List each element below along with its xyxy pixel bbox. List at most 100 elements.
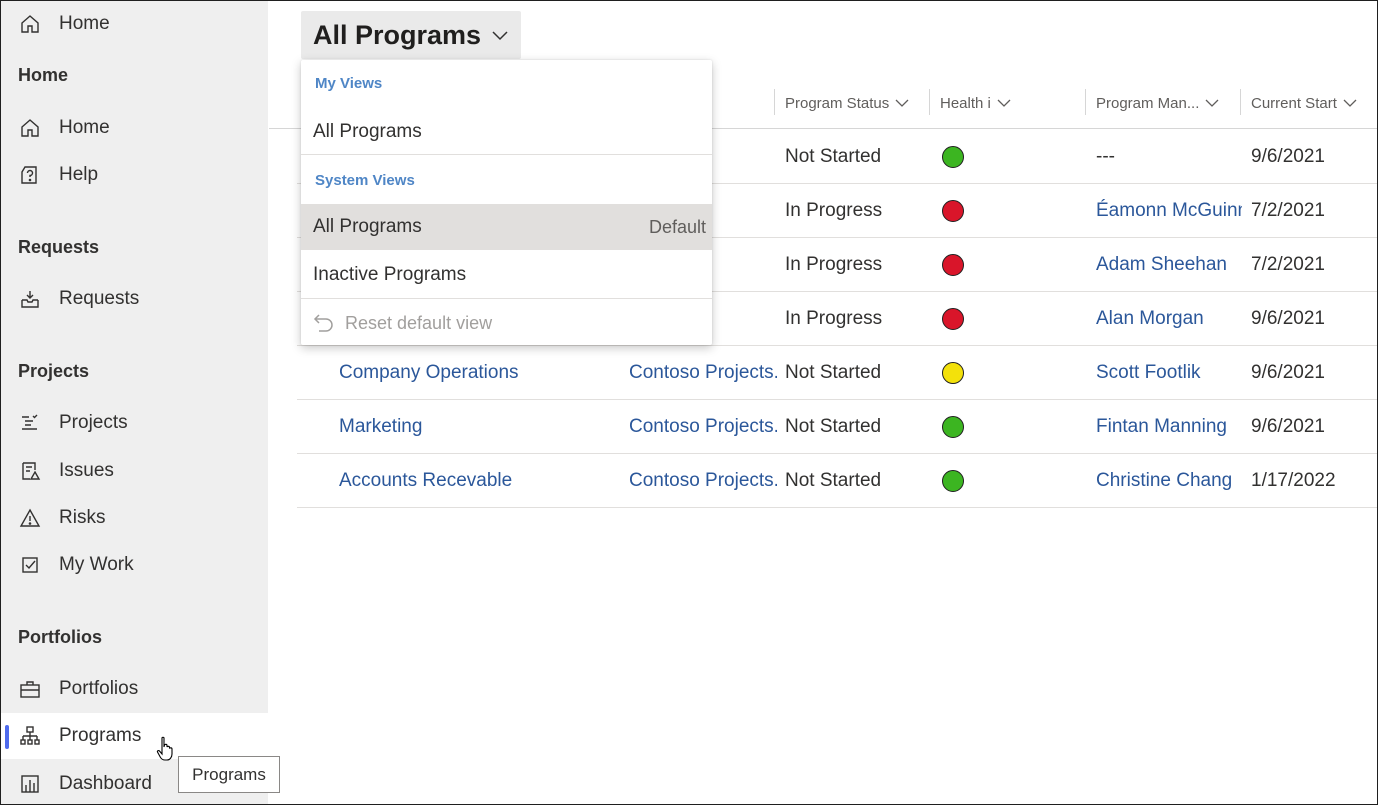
view-selector-title: All Programs xyxy=(313,19,482,50)
menu-divider xyxy=(301,154,712,155)
program-name-link[interactable]: Marketing xyxy=(339,400,614,454)
column-separator xyxy=(1085,89,1086,115)
health-indicator xyxy=(942,146,964,168)
program-manager-link[interactable]: Scott Footlik xyxy=(1096,346,1242,400)
reset-label: Reset default view xyxy=(345,312,493,333)
column-header-health[interactable]: Health i xyxy=(940,89,1011,117)
view-option-all-programs[interactable]: All Programs Default xyxy=(301,204,712,250)
group-header-portfolios: Portfolios xyxy=(18,627,102,647)
inbox-download-icon xyxy=(18,287,42,311)
table-row[interactable]: Company Operations Contoso Projects. Not… xyxy=(297,346,1377,400)
program-name-link[interactable]: Accounts Recevable xyxy=(339,454,614,508)
sidebar-item-label: Requests xyxy=(59,288,140,309)
sidebar-item-portfolios[interactable]: Portfolios xyxy=(1,666,268,712)
warning-icon xyxy=(18,506,42,530)
health-indicator xyxy=(942,200,964,222)
checkbox-icon xyxy=(18,553,42,577)
group-header-requests: Requests xyxy=(18,237,100,257)
view-option-label: Inactive Programs xyxy=(313,264,467,285)
health-indicator xyxy=(942,308,964,330)
sidebar: Home Home Home Help Requests Requests Pr… xyxy=(1,1,268,804)
programs-tooltip: Programs xyxy=(178,756,280,793)
sidebar-item-label: Home xyxy=(59,13,110,34)
program-manager-link[interactable]: Fintan Manning xyxy=(1096,400,1242,454)
sidebar-item-risks[interactable]: Risks xyxy=(1,495,268,541)
program-manager-link[interactable]: Éamonn McGuinn xyxy=(1096,184,1242,238)
health-indicator xyxy=(942,254,964,276)
current-start: 7/2/2021 xyxy=(1251,254,1325,275)
org-chart-icon xyxy=(18,724,42,748)
column-header-label: Program Man... xyxy=(1096,94,1200,112)
column-header-label: Current Start xyxy=(1251,94,1337,112)
current-start: 9/6/2021 xyxy=(1251,146,1325,167)
view-dropdown-menu: My Views All Programs System Views All P… xyxy=(301,60,712,345)
sidebar-item-projects[interactable]: Projects xyxy=(1,400,268,446)
view-selector-button[interactable]: All Programs xyxy=(301,11,522,59)
column-separator xyxy=(1240,89,1241,115)
program-status: In Progress xyxy=(785,200,883,221)
sidebar-item-label: Programs xyxy=(59,725,142,746)
health-indicator xyxy=(942,470,964,492)
sidebar-item-requests[interactable]: Requests xyxy=(1,276,268,322)
program-manager-link[interactable]: Alan Morgan xyxy=(1096,292,1242,346)
portfolio-link[interactable]: Contoso Projects. xyxy=(629,346,777,400)
issues-icon xyxy=(18,459,42,483)
portfolio-link[interactable]: Contoso Projects. xyxy=(629,454,777,508)
program-status: Not Started xyxy=(785,416,882,437)
program-manager: --- xyxy=(1096,146,1115,167)
sidebar-item-label: Dashboard xyxy=(59,773,152,794)
current-start: 9/6/2021 xyxy=(1251,308,1325,329)
sidebar-item-label: My Work xyxy=(59,554,134,575)
current-start: 9/6/2021 xyxy=(1251,362,1325,383)
sidebar-item-label: Risks xyxy=(59,507,106,528)
group-header-home: Home xyxy=(18,65,69,85)
program-status: Not Started xyxy=(785,146,882,167)
program-name-link[interactable]: Company Operations xyxy=(339,346,614,400)
app-window: Home Home Home Help Requests Requests Pr… xyxy=(0,0,1378,805)
sidebar-item-label: Portfolios xyxy=(59,678,139,699)
sidebar-item-label: Home xyxy=(59,117,110,138)
sidebar-item-label: Projects xyxy=(59,412,128,433)
column-header-program-status[interactable]: Program Status xyxy=(785,89,909,117)
table-row[interactable]: Marketing Contoso Projects. Not Started … xyxy=(297,400,1377,454)
chevron-down-icon xyxy=(491,29,509,41)
sidebar-item-help[interactable]: Help xyxy=(1,152,268,198)
chevron-down-icon xyxy=(1205,98,1219,108)
chevron-down-icon xyxy=(997,98,1011,108)
menu-divider xyxy=(301,298,712,299)
sidebar-item-label: Help xyxy=(59,164,99,185)
table-row[interactable]: Accounts Recevable Contoso Projects. Not… xyxy=(297,454,1377,508)
program-manager-link[interactable]: Adam Sheehan xyxy=(1096,238,1242,292)
view-option-inactive-programs[interactable]: Inactive Programs xyxy=(301,252,712,298)
program-status: In Progress xyxy=(785,308,883,329)
home-icon xyxy=(18,116,42,140)
hand-pointer-icon xyxy=(156,736,176,767)
portfolio-link[interactable]: Contoso Projects. xyxy=(629,400,777,454)
current-start: 9/6/2021 xyxy=(1251,416,1325,437)
briefcase-icon xyxy=(18,677,42,701)
task-list-icon xyxy=(18,411,42,435)
view-option-my-all-programs[interactable]: All Programs xyxy=(301,109,712,155)
current-start: 1/17/2022 xyxy=(1251,470,1336,491)
program-manager-link[interactable]: Christine Chang xyxy=(1096,454,1242,508)
column-header-current-start[interactable]: Current Start xyxy=(1251,89,1357,117)
program-status: Not Started xyxy=(785,362,882,383)
chevron-down-icon xyxy=(895,98,909,108)
reset-default-view-button[interactable]: Reset default view xyxy=(301,300,712,346)
program-status: Not Started xyxy=(785,470,882,491)
sidebar-item-home-top[interactable]: Home xyxy=(1,1,268,47)
column-separator xyxy=(929,89,930,115)
health-indicator xyxy=(942,416,964,438)
system-views-header: System Views xyxy=(315,172,415,189)
current-start: 7/2/2021 xyxy=(1251,200,1325,221)
my-views-header: My Views xyxy=(315,75,383,92)
health-indicator xyxy=(942,362,964,384)
sidebar-item-issues[interactable]: Issues xyxy=(1,448,268,494)
column-header-program-manager[interactable]: Program Man... xyxy=(1096,89,1219,117)
home-icon xyxy=(18,12,42,36)
sidebar-item-programs[interactable]: Programs xyxy=(1,713,268,759)
sidebar-item-home[interactable]: Home xyxy=(1,105,268,151)
program-status: In Progress xyxy=(785,254,883,275)
view-option-label: All Programs xyxy=(313,216,422,237)
sidebar-item-my-work[interactable]: My Work xyxy=(1,542,268,588)
